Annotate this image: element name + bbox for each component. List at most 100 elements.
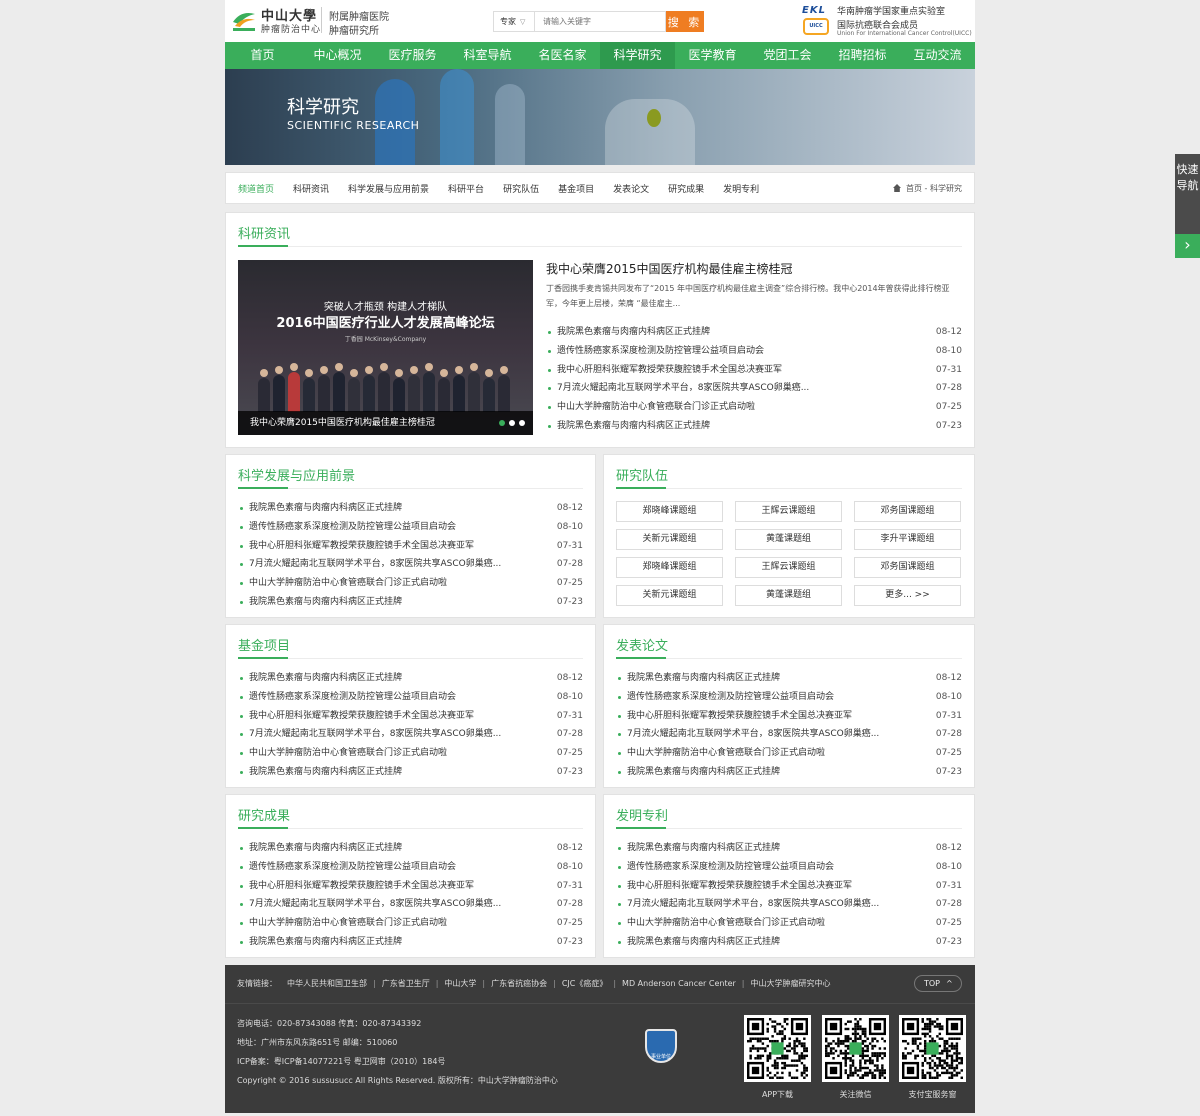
list-item-title[interactable]: 中山大学肿瘤防治中心食管癌联合门诊正式启动啦	[249, 914, 529, 933]
list-item[interactable]: 遗传性肠癌家系深度检测及防控管理公益项目启动会 08-10	[616, 688, 962, 707]
list-item[interactable]: 我中心肝胆科张耀军教授荣获腹腔镜手术全国总决赛亚军 07-31	[238, 537, 583, 556]
nav-item-overview[interactable]: 中心概况	[300, 42, 375, 69]
friend-link[interactable]: 中山大学	[444, 979, 476, 988]
list-item-title[interactable]: 7月流火耀起南北互联网学术平台，8家医院共享ASCO卵巢癌...	[249, 555, 529, 574]
list-item-title[interactable]: 我院黑色素瘤与肉瘤内科病区正式挂牌	[627, 763, 907, 782]
team-group-button[interactable]: 王辉云课题组	[735, 557, 842, 578]
list-item-title[interactable]: 中山大学肿瘤防治中心食管癌联合门诊正式启动啦	[249, 744, 529, 763]
list-item-title[interactable]: 我中心肝胆科张耀军教授荣获腹腔镜手术全国总决赛亚军	[249, 707, 529, 726]
team-group-button[interactable]: 邓务国课题组	[854, 501, 961, 522]
nav-item-home[interactable]: 首页	[225, 42, 300, 69]
carousel-dot[interactable]	[519, 420, 525, 426]
nav-item-education[interactable]: 医学教育	[675, 42, 750, 69]
panel-title[interactable]: 基金项目	[238, 635, 290, 654]
friend-link[interactable]: 中华人民共和国卫生部	[287, 979, 367, 988]
news-headline[interactable]: 我中心荣膺2015中国医疗机构最佳雇主榜桂冠	[546, 260, 793, 277]
list-item-title[interactable]: 遗传性肠癌家系深度检测及防控管理公益项目启动会	[557, 342, 857, 361]
team-group-button[interactable]: 黄蓬课题组	[735, 585, 842, 606]
list-item[interactable]: 7月流火耀起南北互联网学术平台，8家医院共享ASCO卵巢癌... 07-28	[238, 725, 583, 744]
list-item[interactable]: 我中心肝胆科张耀军教授荣获腹腔镜手术全国总决赛亚军 07-31	[238, 877, 583, 896]
quick-nav[interactable]: 快速导航 ›	[1175, 154, 1200, 258]
panel-title[interactable]: 发表论文	[616, 635, 668, 654]
list-item[interactable]: 中山大学肿瘤防治中心食管癌联合门诊正式启动啦 07-25	[238, 744, 583, 763]
list-item[interactable]: 中山大学肿瘤防治中心食管癌联合门诊正式启动啦 07-25	[616, 744, 962, 763]
list-item[interactable]: 我院黑色素瘤与肉瘤内科病区正式挂牌 07-23	[238, 933, 583, 952]
list-item-title[interactable]: 我中心肝胆科张耀军教授荣获腹腔镜手术全国总决赛亚军	[627, 707, 907, 726]
list-item[interactable]: 我院黑色素瘤与肉瘤内科病区正式挂牌 08-12	[616, 839, 962, 858]
list-item-title[interactable]: 我中心肝胆科张耀军教授荣获腹腔镜手术全国总决赛亚军	[249, 877, 529, 896]
list-item-title[interactable]: 我院黑色素瘤与肉瘤内科病区正式挂牌	[557, 417, 857, 436]
subnav-item-fund[interactable]: 基金项目	[558, 182, 594, 195]
list-item-title[interactable]: 7月流火耀起南北互联网学术平台，8家医院共享ASCO卵巢癌...	[249, 895, 529, 914]
subnav-item-results[interactable]: 研究成果	[668, 182, 704, 195]
list-item-title[interactable]: 我院黑色素瘤与肉瘤内科病区正式挂牌	[249, 669, 529, 688]
nav-item-departments[interactable]: 科室导航	[450, 42, 525, 69]
team-group-button[interactable]: 关新元课题组	[616, 585, 723, 606]
nav-item-research[interactable]: 科学研究	[600, 42, 675, 69]
subnav-item-papers[interactable]: 发表论文	[613, 182, 649, 195]
nav-item-party[interactable]: 党团工会	[750, 42, 825, 69]
list-item[interactable]: 中山大学肿瘤防治中心食管癌联合门诊正式启动啦 07-25	[546, 398, 962, 417]
nav-item-interaction[interactable]: 互动交流	[900, 42, 975, 69]
friend-link[interactable]: 广东省卫生厅	[382, 979, 430, 988]
institution-badge[interactable]: 事业单位	[645, 1029, 677, 1063]
list-item-title[interactable]: 我院黑色素瘤与肉瘤内科病区正式挂牌	[249, 499, 529, 518]
list-item[interactable]: 我中心肝胆科张耀军教授荣获腹腔镜手术全国总决赛亚军 07-31	[616, 877, 962, 896]
subnav-item-news[interactable]: 科研资讯	[293, 182, 329, 195]
team-group-button[interactable]: 李升平课题组	[854, 529, 961, 550]
list-item[interactable]: 我院黑色素瘤与肉瘤内科病区正式挂牌 08-12	[238, 499, 583, 518]
list-item-title[interactable]: 我院黑色素瘤与肉瘤内科病区正式挂牌	[557, 323, 857, 342]
team-group-button[interactable]: 关新元课题组	[616, 529, 723, 550]
list-item-title[interactable]: 遗传性肠癌家系深度检测及防控管理公益项目启动会	[627, 858, 907, 877]
list-item-title[interactable]: 我院黑色素瘤与肉瘤内科病区正式挂牌	[249, 763, 529, 782]
panel-title[interactable]: 发明专利	[616, 805, 668, 824]
list-item[interactable]: 7月流火耀起南北互联网学术平台，8家医院共享ASCO卵巢癌... 07-28	[238, 555, 583, 574]
list-item[interactable]: 我院黑色素瘤与肉瘤内科病区正式挂牌 07-23	[616, 763, 962, 782]
list-item-title[interactable]: 遗传性肠癌家系深度检测及防控管理公益项目启动会	[249, 518, 529, 537]
panel-title[interactable]: 科学发展与应用前景	[238, 465, 355, 484]
list-item-title[interactable]: 我院黑色素瘤与肉瘤内科病区正式挂牌	[627, 839, 907, 858]
list-item-title[interactable]: 7月流火耀起南北互联网学术平台，8家医院共享ASCO卵巢癌...	[627, 895, 907, 914]
list-item-title[interactable]: 中山大学肿瘤防治中心食管癌联合门诊正式启动啦	[627, 744, 907, 763]
list-item-title[interactable]: 我院黑色素瘤与肉瘤内科病区正式挂牌	[249, 933, 529, 952]
list-item[interactable]: 遗传性肠癌家系深度检测及防控管理公益项目启动会 08-10	[238, 688, 583, 707]
list-item[interactable]: 我院黑色素瘤与肉瘤内科病区正式挂牌 08-12	[546, 323, 962, 342]
search-button[interactable]: 搜 索	[666, 11, 704, 32]
list-item-title[interactable]: 我院黑色素瘤与肉瘤内科病区正式挂牌	[627, 933, 907, 952]
panel-title[interactable]: 科研资讯	[238, 223, 290, 242]
list-item[interactable]: 我中心肝胆科张耀军教授荣获腹腔镜手术全国总决赛亚军 07-31	[546, 361, 962, 380]
center-logo-icon[interactable]	[231, 6, 257, 32]
nav-item-recruit[interactable]: 招聘招标	[825, 42, 900, 69]
list-item[interactable]: 遗传性肠癌家系深度检测及防控管理公益项目启动会 08-10	[546, 342, 962, 361]
list-item[interactable]: 我院黑色素瘤与肉瘤内科病区正式挂牌 08-12	[616, 669, 962, 688]
list-item[interactable]: 中山大学肿瘤防治中心食管癌联合门诊正式启动啦 07-25	[238, 914, 583, 933]
subnav-item-team[interactable]: 研究队伍	[503, 182, 539, 195]
back-to-top-button[interactable]: TOP ^	[914, 975, 962, 992]
list-item[interactable]: 7月流火耀起南北互联网学术平台，8家医院共享ASCO卵巢癌... 07-28	[616, 895, 962, 914]
subnav-item-science[interactable]: 科学发展与应用前景	[348, 182, 429, 195]
search-type-select[interactable]: 专家 ▽	[493, 11, 534, 32]
list-item-title[interactable]: 7月流火耀起南北互联网学术平台，8家医院共享ASCO卵巢癌...	[627, 725, 907, 744]
list-item[interactable]: 我院黑色素瘤与肉瘤内科病区正式挂牌 07-23	[546, 417, 962, 436]
image-caption[interactable]: 我中心荣膺2015中国医疗机构最佳雇主榜桂冠	[238, 411, 533, 435]
nav-item-doctors[interactable]: 名医名家	[525, 42, 600, 69]
list-item-title[interactable]: 中山大学肿瘤防治中心食管癌联合门诊正式启动啦	[249, 574, 529, 593]
list-item-title[interactable]: 中山大学肿瘤防治中心食管癌联合门诊正式启动啦	[557, 398, 857, 417]
list-item-title[interactable]: 7月流火耀起南北互联网学术平台，8家医院共享ASCO卵巢癌...	[557, 379, 857, 398]
friend-link[interactable]: 中山大学肿瘤研究中心	[751, 979, 831, 988]
panel-title[interactable]: 研究队伍	[616, 465, 668, 484]
team-group-button[interactable]: 邓务国课题组	[854, 557, 961, 578]
list-item[interactable]: 遗传性肠癌家系深度检测及防控管理公益项目启动会 08-10	[238, 858, 583, 877]
friend-link[interactable]: 广东省抗癌协会	[491, 979, 547, 988]
list-item[interactable]: 中山大学肿瘤防治中心食管癌联合门诊正式启动啦 07-25	[616, 914, 962, 933]
team-group-button[interactable]: 王辉云课题组	[735, 501, 842, 522]
subnav-item-patents[interactable]: 发明专利	[723, 182, 759, 195]
list-item-title[interactable]: 遗传性肠癌家系深度检测及防控管理公益项目启动会	[627, 688, 907, 707]
list-item-title[interactable]: 7月流火耀起南北互联网学术平台，8家医院共享ASCO卵巢癌...	[249, 725, 529, 744]
more-teams-button[interactable]: 更多... >>	[854, 585, 961, 606]
list-item[interactable]: 我院黑色素瘤与肉瘤内科病区正式挂牌 07-23	[238, 763, 583, 782]
list-item[interactable]: 遗传性肠癌家系深度检测及防控管理公益项目启动会 08-10	[238, 518, 583, 537]
subnav-item-platform[interactable]: 科研平台	[448, 182, 484, 195]
carousel-dot[interactable]	[499, 420, 505, 426]
subnav-item-channel-home[interactable]: 频道首页	[238, 182, 274, 195]
